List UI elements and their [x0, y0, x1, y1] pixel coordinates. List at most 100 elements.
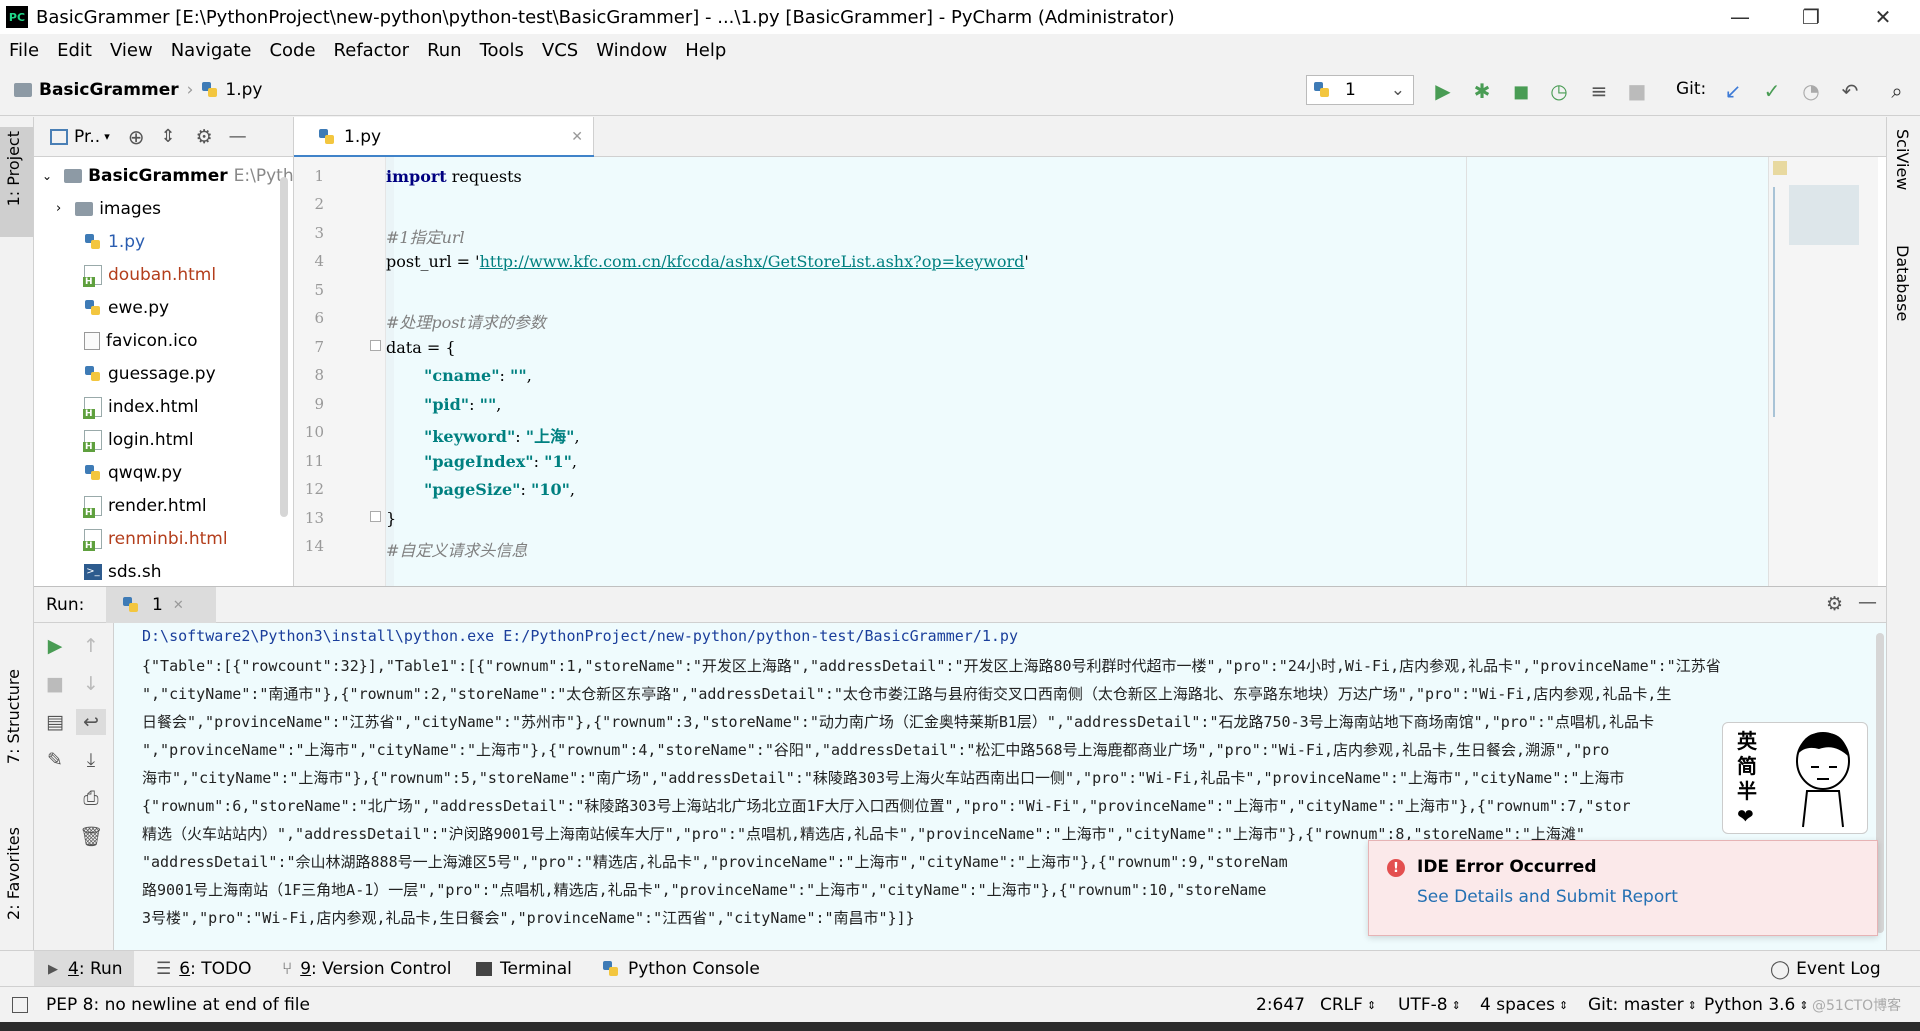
close-tab-icon[interactable]: ✕ — [173, 598, 184, 613]
tree-item-label: sds.sh — [108, 561, 162, 582]
concurrency-icon[interactable]: ≡ — [1586, 78, 1612, 104]
project-scrollbar[interactable] — [280, 177, 288, 517]
settings-icon[interactable]: ⚙ — [196, 126, 213, 148]
settings-icon[interactable]: ⚙ — [1826, 593, 1843, 615]
menu-tools[interactable]: Tools — [471, 40, 533, 61]
code-area[interactable]: import requests #1指定url post_url = 'http… — [386, 157, 1768, 586]
coverage-icon[interactable]: ◼ — [1508, 78, 1534, 104]
chevron-down-icon[interactable]: ⌄ — [42, 169, 52, 183]
watermark: @51CTO博客 — [1812, 998, 1902, 1014]
submit-report-link[interactable]: See Details and Submit Report — [1417, 887, 1678, 907]
event-log-button[interactable]: ◯ Event Log — [1770, 951, 1881, 987]
menu-vcs[interactable]: VCS — [533, 40, 587, 61]
fold-marker-icon[interactable] — [370, 340, 381, 351]
scroll-up-icon[interactable]: ↑ — [76, 633, 106, 659]
menu-refactor[interactable]: Refactor — [325, 40, 419, 61]
tree-item-renminbi-html[interactable]: renminbi.html — [83, 522, 228, 555]
tab-database[interactable]: Database — [1893, 245, 1912, 321]
stop-icon[interactable]: ■ — [40, 671, 70, 697]
line-number: 1 — [314, 167, 324, 185]
menu-run[interactable]: Run — [418, 40, 471, 61]
menu-file[interactable]: File — [0, 40, 48, 61]
tree-item-guessage-py[interactable]: guessage.py — [84, 357, 216, 390]
revert-icon[interactable]: ↶ — [1837, 78, 1863, 104]
scroll-to-end-icon[interactable]: ⤓ — [76, 747, 106, 773]
hide-icon[interactable]: — — [1858, 591, 1877, 613]
tree-item-login-html[interactable]: login.html — [83, 423, 194, 456]
tab-favorites[interactable]: 2: Favorites — [4, 827, 23, 920]
dropdown-arrow-icon[interactable]: ▾ — [104, 130, 110, 143]
menu-edit[interactable]: Edit — [48, 40, 101, 61]
minimize-button[interactable]: — — [1705, 0, 1775, 34]
tree-item-render-html[interactable]: render.html — [83, 489, 207, 522]
tab-terminal[interactable]: Terminal — [476, 951, 572, 987]
close-tab-icon[interactable]: ✕ — [571, 129, 583, 145]
layout-icon[interactable]: ▤ — [40, 709, 70, 735]
git-branch[interactable]: Git: master ⇕ — [1588, 987, 1697, 1023]
trash-icon[interactable]: 🗑 — [76, 823, 106, 849]
tree-item-index-html[interactable]: index.html — [83, 390, 199, 423]
collapse-all-icon[interactable]: ⇕ — [161, 126, 176, 147]
tab-version-control[interactable]: ⑂ 9: Version Control — [282, 951, 452, 987]
tab-sciview[interactable]: SciView — [1893, 129, 1912, 190]
tree-item-1py[interactable]: 1.py — [84, 225, 145, 258]
tab-project[interactable]: 1: Project — [4, 131, 23, 206]
run-icon[interactable]: ▶ — [1430, 78, 1456, 104]
interpreter[interactable]: Python 3.6 ⇕ — [1704, 987, 1809, 1023]
tree-item-images[interactable]: › images — [56, 192, 161, 225]
inspection-indicator-icon[interactable] — [1773, 161, 1787, 175]
minimap-scroll-indicator[interactable] — [1773, 187, 1775, 417]
close-window-button[interactable]: ✕ — [1848, 0, 1918, 34]
tree-item-ewe-py[interactable]: ewe.py — [84, 291, 169, 324]
chevron-right-icon[interactable]: › — [56, 201, 61, 216]
restore-button[interactable]: ❐ — [1776, 0, 1846, 34]
menu-window[interactable]: Window — [587, 40, 676, 61]
history-icon[interactable]: ◔ — [1798, 78, 1824, 104]
panel-toggle-icon[interactable] — [12, 997, 28, 1013]
tab-run[interactable]: ▶ 4: Run — [34, 951, 134, 987]
scroll-down-icon[interactable]: ↓ — [76, 671, 106, 697]
stop-icon[interactable]: ■ — [1624, 78, 1650, 104]
editor-tab-1py[interactable]: 1.py ✕ — [294, 117, 594, 158]
run-config-select[interactable]: 1 ⌄ — [1306, 75, 1414, 105]
tab-python-console[interactable]: Python Console — [602, 951, 760, 987]
pin-icon[interactable]: ✎ — [40, 747, 70, 773]
status-panel-toggle[interactable] — [12, 987, 28, 1023]
fold-marker-icon[interactable] — [370, 511, 381, 522]
minimap-viewport[interactable] — [1789, 185, 1859, 245]
menu-view[interactable]: View — [101, 40, 162, 61]
tree-item-sds-sh[interactable]: >_ sds.sh — [84, 555, 162, 586]
debug-icon[interactable]: ✱ — [1469, 78, 1495, 104]
locate-icon[interactable]: ⊕ — [128, 125, 145, 149]
breadcrumb-project[interactable]: BasicGrammer — [39, 80, 179, 100]
print-icon[interactable]: ⎙ — [76, 785, 106, 811]
project-view-select[interactable]: Pr.. — [74, 127, 100, 147]
indent-setting[interactable]: 4 spaces ⇕ — [1480, 987, 1568, 1023]
tree-item-qwqw-py[interactable]: qwqw.py — [84, 456, 182, 489]
tab-vc-label: : Version Control — [311, 959, 452, 979]
ide-error-popup[interactable]: ! IDE Error Occurred See Details and Sub… — [1368, 840, 1878, 936]
menu-code[interactable]: Code — [260, 40, 324, 61]
breadcrumb-file[interactable]: 1.py — [225, 80, 262, 100]
hide-icon[interactable]: — — [229, 126, 247, 147]
tab-todo[interactable]: ☰ 6: TODO — [156, 951, 251, 987]
tree-item-douban-html[interactable]: douban.html — [83, 258, 216, 291]
breadcrumb-separator-icon: › — [186, 80, 194, 100]
menu-navigate[interactable]: Navigate — [162, 40, 261, 61]
tree-item-favicon[interactable]: favicon.ico — [84, 324, 198, 357]
git-commit-icon[interactable]: ✓ — [1759, 78, 1785, 104]
caret-position[interactable]: 2:647 — [1256, 987, 1305, 1023]
tree-root[interactable]: ⌄ BasicGrammer E:\Pytho — [42, 159, 293, 192]
search-icon[interactable]: ⌕ — [1884, 78, 1910, 104]
console-output-line: 海市","cityName":"上海市"},{"rownum":5,"store… — [142, 769, 1625, 787]
menu-help[interactable]: Help — [676, 40, 735, 61]
soft-wrap-icon[interactable]: ↩ — [76, 709, 106, 735]
tab-structure[interactable]: 7: Structure — [4, 669, 23, 764]
code-minimap[interactable] — [1768, 157, 1878, 586]
file-encoding[interactable]: UTF-8 ⇕ — [1398, 987, 1461, 1023]
line-separator[interactable]: CRLF ⇕ — [1320, 987, 1376, 1023]
run-tab-1[interactable]: 1 ✕ — [106, 587, 216, 623]
rerun-icon[interactable]: ▶ — [40, 633, 70, 659]
profile-icon[interactable]: ◷ — [1546, 78, 1572, 104]
git-update-icon[interactable]: ↙ — [1720, 78, 1746, 104]
